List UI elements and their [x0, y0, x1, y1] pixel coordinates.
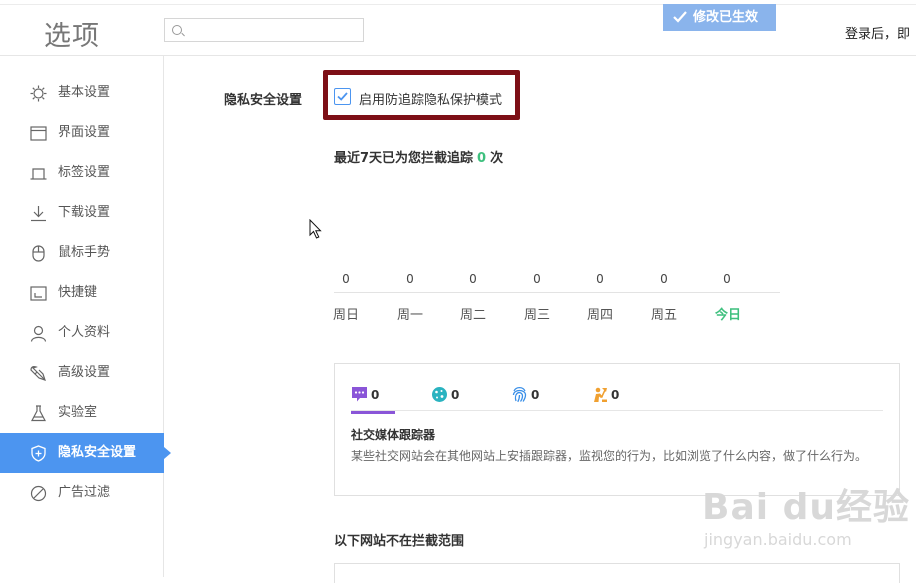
blocked-stat-prefix: 最近7天已为您拦截追踪	[334, 151, 474, 166]
window-icon	[30, 126, 47, 141]
sidebar-item-basic-settings[interactable]: 基本设置	[0, 73, 164, 113]
day-label-mon: 周一	[396, 308, 423, 323]
day-count-mon: 0	[406, 272, 414, 286]
sidebar-item-tab-settings[interactable]: 标签设置	[0, 153, 164, 193]
digging-icon	[594, 387, 607, 402]
anti-tracking-checkbox-label[interactable]: 启用防追踪隐私保护模式	[359, 89, 502, 108]
sidebar-item-label: 鼠标手势	[58, 245, 111, 260]
mouse-cursor-icon	[309, 219, 322, 239]
sidebar-item-label: 实验室	[58, 405, 98, 420]
fingerprint-icon	[512, 386, 527, 403]
sidebar-item-label: 基本设置	[58, 85, 111, 100]
login-prompt[interactable]: 登录后，即	[845, 23, 910, 42]
sidebar: 基本设置 界面设置 标签设置 下载设置 鼠标手势 快捷键 个人资料 高级设置 实…	[0, 56, 171, 577]
sidebar-item-privacy-security[interactable]: 隐私安全设置	[0, 433, 171, 473]
tracker-category-panel: 0 0 0 0 社交媒体跟踪器 某些社交网站会在其他网站上安插跟踪器，监视您的行…	[334, 363, 900, 496]
page-title: 选项	[44, 21, 100, 52]
day-count-today: 0	[723, 272, 731, 286]
blocked-stat-suffix: 次	[490, 151, 504, 166]
day-count-fri: 0	[660, 272, 668, 286]
wrench-icon	[30, 366, 46, 381]
tab-count: 0	[451, 388, 460, 402]
saved-status-label: 修改已生效	[693, 10, 759, 25]
block-icon	[30, 485, 47, 502]
tracker-title: 社交媒体跟踪器	[351, 428, 436, 442]
day-label-sun: 周日	[332, 308, 359, 323]
exclusion-list-title: 以下网站不在拦截范围	[334, 534, 465, 549]
day-label-today: 今日	[714, 308, 741, 323]
blocked-stat-count: 0	[477, 151, 487, 166]
day-count-wed: 0	[533, 272, 541, 286]
tracker-description: 某些社交网站会在其他网站上安插跟踪器，监视您的行为，比如浏览了什么内容，做了什么…	[351, 449, 868, 463]
sidebar-item-label: 广告过滤	[58, 485, 111, 500]
tab-count: 0	[371, 388, 380, 402]
search-icon	[172, 25, 182, 35]
user-icon	[30, 325, 47, 342]
tab-icon	[30, 168, 47, 180]
sidebar-item-lab[interactable]: 实验室	[0, 393, 164, 433]
tab-divider	[351, 410, 883, 411]
gear-icon	[30, 85, 47, 102]
sidebar-item-ad-filter[interactable]: 广告过滤	[0, 473, 164, 513]
chat-icon	[352, 387, 367, 402]
top-bar: 选项 修改已生效 登录后，即	[0, 0, 916, 56]
watermark-url: jingyan.baidu.com	[704, 530, 852, 549]
sidebar-item-label: 个人资料	[58, 325, 111, 340]
chart-axis-line	[334, 292, 780, 293]
cookie-icon	[432, 387, 447, 402]
blocked-stat: 最近7天已为您拦截追踪 0 次	[334, 147, 503, 166]
sidebar-item-interface-settings[interactable]: 界面设置	[0, 113, 164, 153]
shield-icon	[31, 445, 46, 462]
sidebar-item-shortcuts[interactable]: 快捷键	[0, 273, 164, 313]
day-label-wed: 周三	[523, 308, 550, 323]
sidebar-item-label: 标签设置	[58, 165, 111, 180]
day-count-sun: 0	[342, 272, 350, 286]
sidebar-item-profile[interactable]: 个人资料	[0, 313, 164, 353]
keyboard-shortcut-icon	[30, 286, 47, 301]
day-label-thu: 周四	[586, 308, 613, 323]
search-input[interactable]	[164, 18, 364, 42]
sidebar-item-label: 下载设置	[58, 205, 111, 220]
sidebar-item-advanced-settings[interactable]: 高级设置	[0, 353, 164, 393]
anti-tracking-checkbox[interactable]	[334, 88, 351, 105]
day-label-tue: 周二	[459, 308, 486, 323]
sidebar-item-download-settings[interactable]: 下载设置	[0, 193, 164, 233]
day-count-thu: 0	[596, 272, 604, 286]
saved-status-banner: 修改已生效	[663, 4, 776, 31]
day-label-fri: 周五	[650, 308, 677, 323]
day-count-tue: 0	[469, 272, 477, 286]
tab-count: 0	[611, 388, 620, 402]
mouse-icon	[32, 245, 45, 262]
exclusion-list-panel	[334, 563, 900, 583]
watermark-logo: Bai du经验	[702, 487, 911, 528]
top-divider	[0, 4, 916, 5]
flask-icon	[31, 405, 46, 422]
sidebar-item-label: 界面设置	[58, 125, 111, 140]
baidu-jingyan-watermark: Bai du经验 jingyan.baidu.com	[702, 478, 911, 549]
sidebar-item-label: 快捷键	[58, 285, 98, 300]
sidebar-item-label: 隐私安全设置	[58, 445, 137, 460]
check-icon	[673, 11, 687, 23]
tab-count: 0	[531, 388, 540, 402]
sidebar-item-label: 高级设置	[58, 365, 111, 380]
checkmark-icon	[337, 92, 348, 101]
download-icon	[31, 206, 46, 222]
sidebar-item-mouse-gestures[interactable]: 鼠标手势	[0, 233, 164, 273]
section-label-privacy: 隐私安全设置	[224, 93, 303, 108]
